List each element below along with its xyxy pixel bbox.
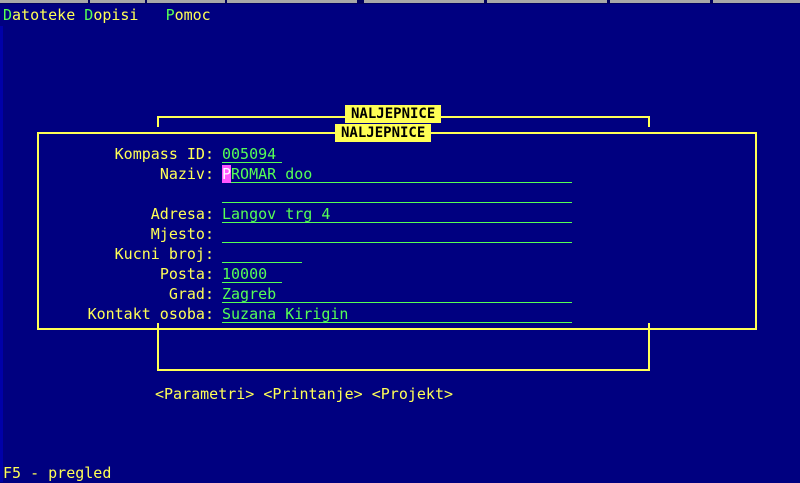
- row-kontakt-osoba: Kontakt osoba: Suzana Kirigin: [0, 304, 800, 324]
- top-strip-segment: [0, 0, 88, 3]
- label-posta: Posta:: [159, 265, 214, 283]
- field-kompass-id[interactable]: 005094: [222, 144, 282, 163]
- parametri-button[interactable]: <Parametri>: [155, 385, 254, 403]
- field-mjesto[interactable]: [222, 224, 572, 243]
- projekt-button[interactable]: <Projekt>: [372, 385, 453, 403]
- status-hint: F5 - pregled: [3, 464, 112, 482]
- label-grad: Grad:: [168, 285, 214, 303]
- menu-dopisi[interactable]: Dopisi: [84, 6, 138, 24]
- top-strip-segment: [610, 0, 710, 3]
- row-grad: Grad: Zagreb: [0, 284, 800, 304]
- inner-dialog-title: NALJEPNICE: [335, 124, 432, 142]
- field-kontakt-osoba[interactable]: Suzana Kirigin: [222, 304, 572, 323]
- label-mjesto: Mjesto:: [150, 225, 214, 243]
- outer-frame-bottom: [157, 369, 650, 371]
- top-window-strip: [0, 0, 800, 4]
- top-strip-segment: [227, 0, 357, 3]
- field-naziv-2[interactable]: [222, 184, 572, 203]
- field-adresa[interactable]: Langov trg 4: [222, 204, 572, 223]
- field-grad[interactable]: Zagreb: [222, 284, 572, 303]
- printanje-button[interactable]: <Printanje>: [263, 385, 362, 403]
- row-mjesto: Mjesto:: [0, 224, 800, 244]
- label-kontakt-osoba: Kontakt osoba:: [87, 305, 214, 323]
- row-kompass-id: Kompass ID: 005094: [0, 144, 800, 164]
- top-strip-segment: [713, 0, 800, 3]
- row-naziv-2: [0, 184, 800, 204]
- menu-pomoc[interactable]: Pomoc: [166, 6, 211, 24]
- top-strip-segment: [147, 0, 225, 3]
- field-posta[interactable]: 10000: [222, 264, 282, 283]
- field-naziv[interactable]: PROMAR doo: [222, 164, 572, 183]
- row-kucni-broj: Kucni broj:: [0, 244, 800, 264]
- top-strip-segment: [487, 0, 607, 3]
- label-kucni-broj: Kucni broj:: [114, 245, 214, 263]
- label-adresa: Adresa:: [150, 205, 214, 223]
- row-naziv: Naziv: PROMAR doo: [0, 164, 800, 184]
- label-kompass-id: Kompass ID:: [114, 145, 214, 163]
- field-kucni-broj[interactable]: [222, 244, 302, 263]
- action-buttons: <Parametri> <Printanje> <Projekt>: [155, 384, 453, 404]
- top-strip-segment: [364, 0, 484, 3]
- menu-datoteke[interactable]: Datoteke: [3, 6, 75, 24]
- menu-bar: Datoteke Dopisi Pomoc: [3, 5, 211, 25]
- label-naziv: Naziv:: [159, 165, 214, 183]
- top-strip-segment: [90, 0, 145, 3]
- text-cursor: P: [222, 165, 232, 183]
- outer-dialog-title: NALJEPNICE: [345, 105, 442, 123]
- row-posta: Posta: 10000: [0, 264, 800, 284]
- field-naziv-text: ROMAR doo: [231, 165, 313, 183]
- row-adresa: Adresa: Langov trg 4: [0, 204, 800, 224]
